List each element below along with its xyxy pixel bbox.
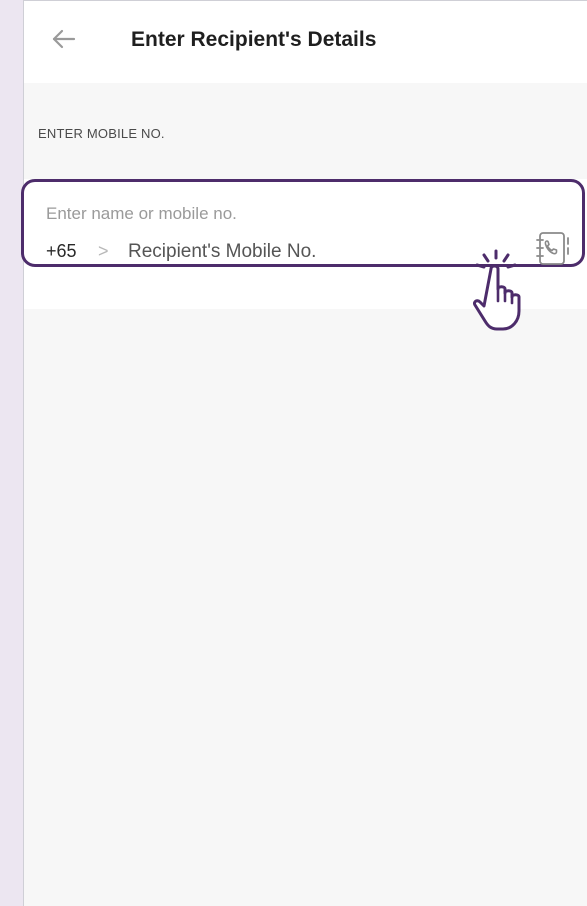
country-code-selector[interactable]: +65 — [46, 241, 77, 262]
header-bar: Enter Recipient's Details — [24, 1, 587, 83]
chevron-right-icon: > — [98, 241, 109, 261]
mobile-number-input[interactable] — [128, 239, 428, 265]
app-screen: Enter Recipient's Details ENTER MOBILE N… — [21, 0, 587, 906]
contacts-button[interactable] — [535, 230, 571, 268]
input-hint: Enter name or mobile no. — [46, 204, 237, 223]
phonebook-icon — [536, 232, 569, 265]
arrow-left-icon — [52, 29, 76, 49]
back-button[interactable] — [50, 25, 78, 53]
tap-hand-icon — [466, 247, 530, 333]
section-label: ENTER MOBILE NO. — [38, 126, 165, 141]
page-title: Enter Recipient's Details — [131, 28, 377, 51]
